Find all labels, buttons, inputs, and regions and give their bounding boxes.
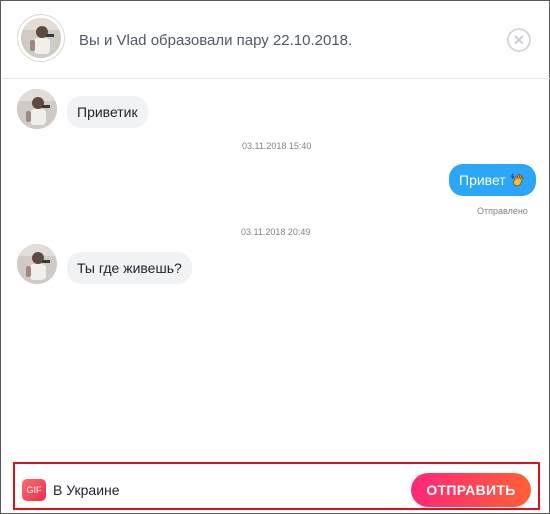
waving-hand-icon: [511, 173, 524, 187]
sender-avatar[interactable]: [17, 244, 57, 284]
incoming-message: Приветик: [67, 96, 148, 128]
send-button[interactable]: ОТПРАВИТЬ: [411, 473, 531, 507]
outgoing-message-text: Привет: [459, 172, 506, 188]
match-avatar[interactable]: [21, 18, 61, 58]
message-timestamp: 03.11.2018 20:49: [241, 227, 311, 237]
message-status: Отправлено: [477, 206, 528, 216]
close-icon[interactable]: ✕: [507, 28, 531, 52]
match-info-text: Вы и Vlad образовали пару 22.10.2018.: [79, 32, 353, 49]
sender-avatar[interactable]: [17, 89, 57, 129]
chat-window: Вы и Vlad образовали пару 22.10.2018. ✕ …: [0, 0, 550, 514]
gif-button[interactable]: GIF: [22, 479, 46, 501]
match-header: Вы и Vlad образовали пару 22.10.2018. ✕: [2, 2, 550, 79]
message-input[interactable]: [53, 476, 403, 504]
message-composer: GIF ОТПРАВИТЬ: [13, 462, 540, 510]
outgoing-message: Привет: [449, 164, 536, 196]
message-timestamp: 03.11.2018 15:40: [242, 141, 312, 151]
incoming-message: Ты где живешь?: [67, 252, 192, 284]
